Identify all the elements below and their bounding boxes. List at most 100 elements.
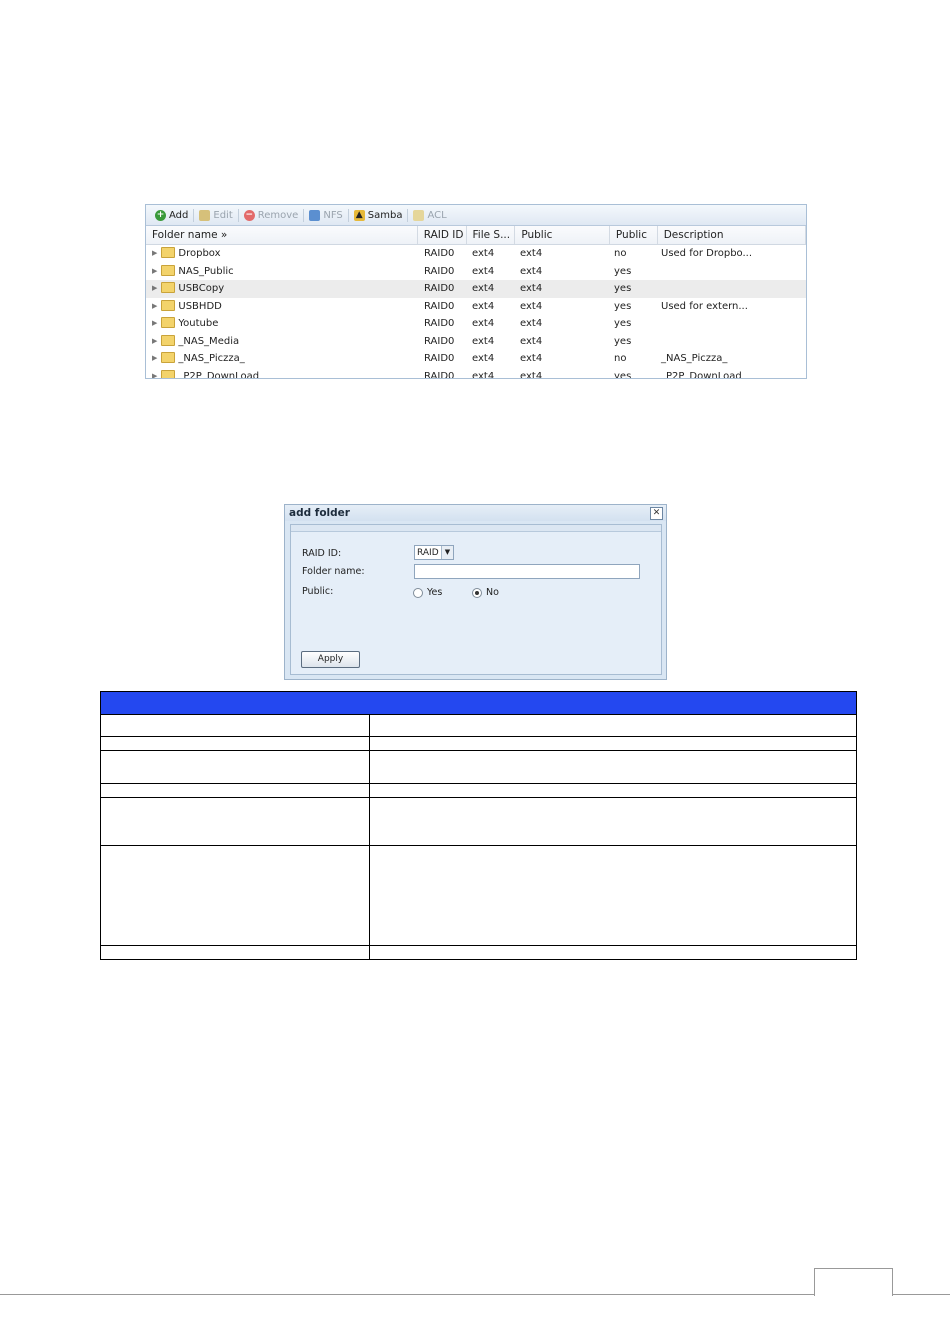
- description-cell: [655, 280, 803, 298]
- public-flag-cell: no: [614, 248, 627, 259]
- column-header-folder-name[interactable]: Folder name »: [146, 226, 418, 244]
- description-table: [100, 691, 857, 960]
- folder-icon: [161, 299, 176, 311]
- table-cell: [100, 783, 370, 798]
- table-row[interactable]: ▶ _NAS_Piczza_ RAID0 ext4 ext4 no _NAS_Piczza_: [146, 350, 806, 368]
- dialog-form: RAID ID: RAID ▼ Folder name: Public: Yes…: [290, 524, 662, 675]
- file-system-cell: ext4: [472, 335, 495, 347]
- public-flag-cell: yes: [614, 265, 632, 277]
- table-row[interactable]: ▶ _NAS_Media RAID0 ext4 ext4 yes: [146, 333, 806, 351]
- table-row[interactable]: ▶ Dropbox RAID0 ext4 ext4 no Used for Dropbo..…: [146, 245, 806, 263]
- raid-id-cell: RAID0: [424, 370, 455, 379]
- table-row[interactable]: ▶ USBCopy RAID0 ext4 ext4 yes: [146, 280, 806, 298]
- radio-button-icon[interactable]: [413, 587, 423, 598]
- column-header-public-2[interactable]: Public: [610, 226, 658, 244]
- public-cell: ext4: [520, 265, 543, 277]
- description-cell: [655, 315, 803, 333]
- description-cell: Used for Dropbo...: [661, 248, 753, 259]
- chevron-down-icon[interactable]: ▼: [441, 546, 453, 559]
- dialog-title: add folder: [289, 507, 350, 519]
- folder-name-label: Folder name:: [302, 566, 365, 577]
- public-label: Public:: [302, 586, 334, 597]
- folder-icon: [161, 352, 176, 364]
- add-folder-dialog: add folder ✕ RAID ID: RAID ▼ Folder name…: [284, 504, 667, 680]
- folder-name-cell: ▶ _NAS_Media: [146, 333, 418, 351]
- public-cell: ext4: [520, 248, 543, 259]
- raid-id-cell: RAID0: [424, 265, 455, 277]
- nfs-button[interactable]: NFS: [306, 209, 345, 221]
- raid-id-cell: RAID0: [424, 335, 455, 347]
- table-cell: [100, 736, 370, 751]
- table-cell: [100, 845, 370, 946]
- public-no-radio[interactable]: No: [472, 587, 499, 598]
- table-row[interactable]: ▶ _P2P_DownLoad RAID0 ext4 ext4 yes _P2P_DownL…: [146, 368, 806, 379]
- file-system-cell: ext4: [472, 318, 495, 329]
- raid-id-select[interactable]: RAID ▼: [414, 545, 454, 560]
- remove-icon: −: [243, 209, 255, 221]
- table-cell: [369, 714, 857, 737]
- file-system-cell: ext4: [472, 265, 495, 277]
- raid-id-cell: RAID0: [424, 318, 455, 329]
- public-cell: ext4: [520, 370, 543, 379]
- table-cell: [100, 945, 370, 960]
- description-cell: _NAS_Piczza_: [661, 353, 728, 364]
- column-header-public[interactable]: Public: [515, 226, 610, 244]
- public-cell: ext4: [520, 300, 543, 312]
- expand-arrow-icon[interactable]: ▶: [152, 280, 157, 298]
- folder-icon: [161, 264, 176, 276]
- public-flag-cell: yes: [614, 318, 632, 329]
- acl-button[interactable]: ACL: [410, 209, 449, 221]
- public-yes-radio[interactable]: Yes: [413, 587, 442, 598]
- folder-icon: [161, 369, 176, 378]
- dialog-title-bar: add folder ✕: [285, 505, 666, 521]
- description-cell: [655, 333, 803, 351]
- edit-button[interactable]: Edit: [196, 209, 235, 221]
- table-cell: [100, 750, 370, 784]
- folder-name-cell: ▶ _P2P_DownLoad: [146, 368, 418, 379]
- expand-arrow-icon[interactable]: ▶: [152, 298, 157, 316]
- expand-arrow-icon[interactable]: ▶: [152, 315, 157, 333]
- public-cell: ext4: [520, 353, 543, 364]
- table-row[interactable]: ▶ Youtube RAID0 ext4 ext4 yes: [146, 315, 806, 333]
- expand-arrow-icon[interactable]: ▶: [152, 263, 157, 281]
- column-header-file-system[interactable]: File S...: [467, 226, 516, 244]
- add-button[interactable]: + Add: [152, 209, 191, 221]
- table-cell: [369, 783, 857, 798]
- table-cell: [369, 845, 857, 946]
- expand-arrow-icon[interactable]: ▶: [152, 350, 157, 368]
- file-system-cell: ext4: [472, 370, 495, 379]
- dialog-divider: [291, 525, 661, 532]
- expand-arrow-icon[interactable]: ▶: [152, 333, 157, 351]
- column-header-description[interactable]: Description: [658, 226, 806, 244]
- table-row[interactable]: ▶ USBHDD RAID0 ext4 ext4 yes Used for extern..…: [146, 298, 806, 316]
- radio-button-icon[interactable]: [472, 587, 482, 598]
- remove-button[interactable]: − Remove: [241, 209, 302, 221]
- public-flag-cell: no: [614, 353, 627, 364]
- toolbar-divider: [407, 208, 409, 222]
- folder-name-cell: ▶ USBCopy: [146, 280, 418, 298]
- toolbar-divider: [193, 208, 195, 222]
- table-cell: [369, 736, 857, 751]
- expand-arrow-icon[interactable]: ▶: [152, 245, 157, 263]
- raid-id-cell: RAID0: [424, 353, 455, 364]
- folder-name-cell: ▶ USBHDD: [146, 298, 418, 316]
- public-cell: ext4: [520, 283, 543, 294]
- folder-grid: + Add Edit − Remove NFS ▲ Samba ACL Fold: [145, 204, 807, 379]
- column-header-raid-id[interactable]: RAID ID: [418, 226, 467, 244]
- nfs-icon: [309, 209, 321, 221]
- edit-icon: [199, 209, 211, 221]
- toolbar-divider: [303, 208, 305, 222]
- table-cell: [369, 945, 857, 960]
- close-icon[interactable]: ✕: [650, 507, 663, 520]
- apply-button[interactable]: Apply: [301, 651, 360, 668]
- table-header: [100, 691, 857, 715]
- expand-arrow-icon[interactable]: ▶: [152, 368, 157, 379]
- page-number-box: [814, 1268, 893, 1296]
- folder-icon: [161, 334, 176, 346]
- samba-button[interactable]: ▲ Samba: [351, 209, 406, 221]
- folder-name-cell: ▶ Dropbox: [146, 245, 418, 263]
- grid-toolbar: + Add Edit − Remove NFS ▲ Samba ACL: [146, 205, 806, 226]
- folder-name-cell: ▶ _NAS_Piczza_: [146, 350, 418, 368]
- folder-name-input[interactable]: [414, 564, 640, 579]
- table-row[interactable]: ▶ NAS_Public RAID0 ext4 ext4 yes: [146, 263, 806, 281]
